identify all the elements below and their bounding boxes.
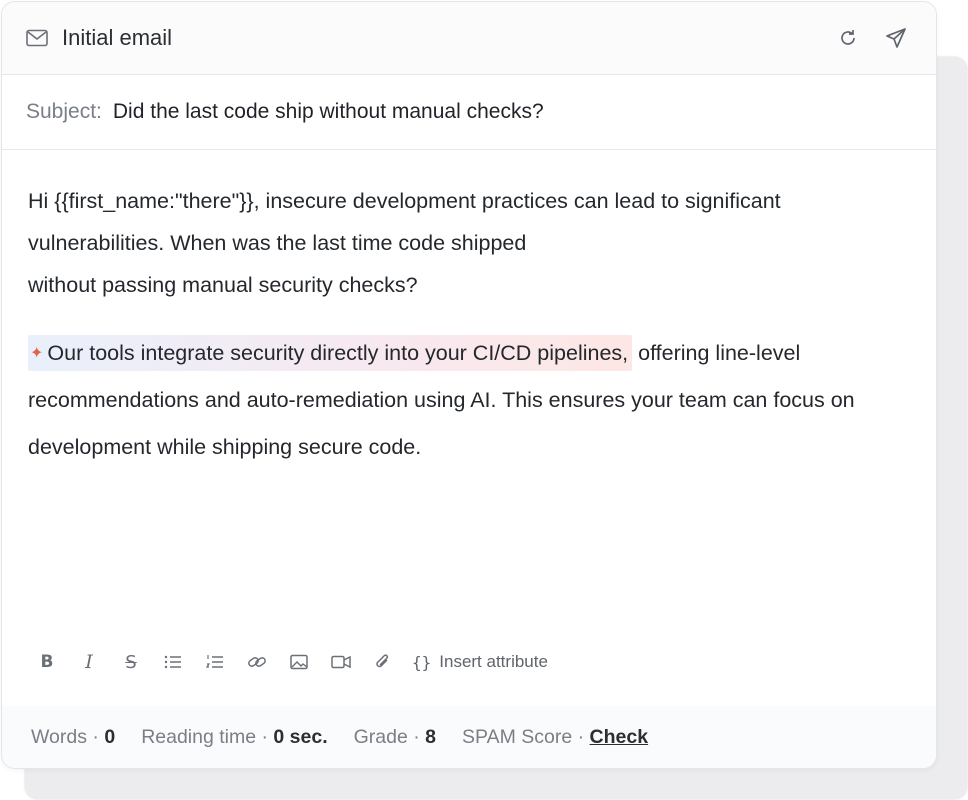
italic-icon[interactable]: I [68,646,110,678]
editor-header: Initial email [2,2,936,75]
email-title: Initial email [62,25,173,50]
reading-time: Reading time · 0 sec. [141,725,328,748]
body-paragraph-2: ✦ Our tools integrate security directly i… [28,330,910,471]
email-body-editor[interactable]: Hi {{first_name:"there"}}, insecure deve… [2,150,936,471]
send-icon[interactable] [880,22,912,54]
highlight-text: Our tools integrate security directly in… [47,341,629,365]
spam-score: SPAM Score · Check [462,725,649,748]
grade-level: Grade · 8 [353,725,437,748]
sparkle-icon: ✦ [30,345,44,362]
insert-attribute-label: Insert attribute [439,652,548,671]
strikethrough-icon[interactable]: S [110,646,152,678]
attachment-icon[interactable] [362,646,404,678]
video-icon[interactable] [320,646,362,678]
mail-icon [26,29,48,47]
format-toolbar: B I S {} Insert attribute [26,646,548,678]
spam-check-link[interactable]: Check [590,726,649,748]
body-line: without passing manual security checks? [28,273,418,297]
body-paragraph-1: Hi {{first_name:"there"}}, insecure deve… [28,180,910,306]
word-count: Words · 0 [31,725,116,748]
body-line: vulnerabilities. When was the last time … [28,231,527,255]
editor-footer: Words · 0 Reading time · 0 sec. Grade · … [2,706,936,768]
braces-icon: {} [412,652,432,672]
image-icon[interactable] [278,646,320,678]
email-editor-card: Initial email Subject: Did the last code… [1,1,937,769]
subject-row[interactable]: Subject: Did the last code ship without … [2,75,936,150]
refresh-icon[interactable] [832,22,864,54]
numbered-list-icon[interactable] [194,646,236,678]
insert-attribute-button[interactable]: {} Insert attribute [412,652,548,672]
bullet-list-icon[interactable] [152,646,194,678]
subject-input[interactable]: Did the last code ship without manual ch… [113,100,544,124]
subject-label: Subject: [26,100,102,123]
link-icon[interactable] [236,646,278,678]
body-line: Hi {{first_name:"there"}}, insecure deve… [28,189,781,213]
ai-generated-highlight[interactable]: ✦ Our tools integrate security directly i… [28,335,633,371]
bold-icon[interactable]: B [26,646,68,678]
